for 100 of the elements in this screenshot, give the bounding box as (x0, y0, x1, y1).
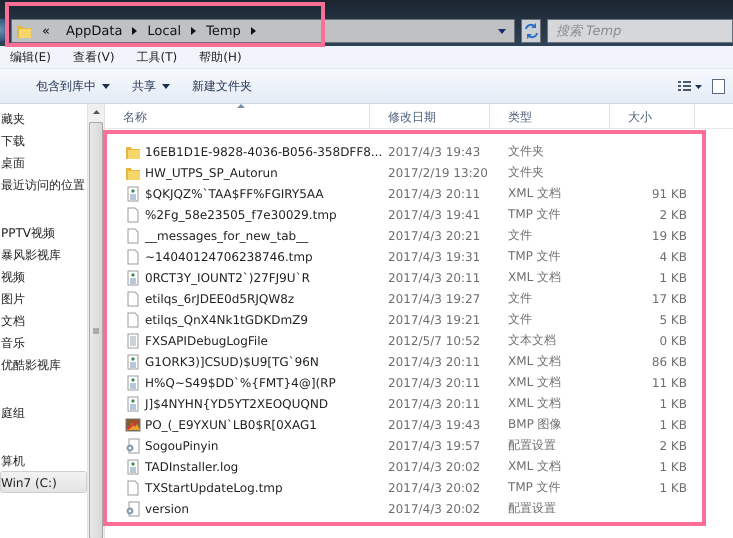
grip-icon (93, 328, 99, 334)
dropdown-arrow-icon[interactable] (498, 28, 506, 34)
xml-file-icon (125, 396, 141, 412)
column-header[interactable]: 类型 (490, 104, 610, 128)
file-size: 1 KB (659, 480, 687, 494)
xml-file-icon (125, 186, 141, 202)
xml-file-icon (125, 374, 141, 390)
modified-date: 2017/4/3 19:43 (388, 418, 480, 432)
file-name[interactable]: %2Fg_58e23505_f7e30029.tmp (145, 208, 337, 222)
nav-item[interactable]: 优酷影视库 (0, 353, 87, 375)
nav-item[interactable]: 图片 (0, 287, 87, 309)
file-size: 1 KB (659, 418, 687, 432)
text-file-icon (125, 332, 141, 348)
file-name[interactable]: $QKJQZ%`TAA$FF%FGIRY5AA (145, 186, 324, 200)
nav-item[interactable]: 藏夹 (0, 107, 87, 129)
nav-item[interactable]: Win7 (C:) (0, 471, 87, 493)
file-size: 1 KB (659, 270, 687, 284)
file-type: 配置设置 (508, 438, 556, 452)
chevron-icon[interactable] (250, 27, 256, 35)
modified-date: 2017/4/3 20:11 (388, 376, 480, 390)
file-type: XML 文档 (508, 396, 562, 410)
column-header[interactable]: 修改日期 (370, 104, 490, 128)
file-name[interactable]: etilqs_6rJDEE0d5RJQW8z (145, 292, 294, 306)
chevron-icon[interactable] (132, 27, 138, 35)
image-file-icon (125, 416, 141, 432)
menu-item[interactable]: 帮助(H) (199, 48, 242, 66)
column-header[interactable]: 大小 (610, 104, 695, 128)
menu-item[interactable]: 工具(T) (136, 48, 178, 66)
dropdown-arrow-icon[interactable] (102, 84, 110, 88)
file-icon (125, 228, 141, 244)
modified-date: 2017/4/3 20:11 (388, 270, 480, 284)
file-type: TMP 文件 (508, 249, 561, 263)
preview-pane-icon[interactable] (712, 78, 725, 94)
modified-date: 2017/4/3 19:27 (388, 292, 480, 306)
scroll-up-icon[interactable] (92, 110, 100, 114)
modified-date: 2017/4/3 20:02 (388, 460, 480, 474)
xml-file-icon (125, 458, 141, 474)
chevron-icon[interactable] (191, 27, 196, 35)
file-name[interactable]: G1ORK3)]CSUD)$U9[TG`96N (145, 354, 319, 368)
address-bar[interactable]: « AppData Local Temp (11, 19, 515, 43)
xml-file-icon (125, 270, 141, 286)
toolbar-button[interactable]: 包含到库中 (28, 74, 118, 98)
xml-file-icon (125, 354, 141, 370)
file-name[interactable]: H%Q~S49$DD`%{FMT}4@](RP (145, 376, 336, 390)
modified-date: 2017/4/3 20:11 (388, 396, 480, 410)
file-name[interactable]: TADInstaller.log (145, 460, 238, 474)
dropdown-arrow-icon[interactable] (162, 84, 170, 88)
file-name[interactable]: FXSAPIDebugLogFile (145, 334, 268, 348)
file-name[interactable]: ~14040124706238746.tmp (145, 250, 313, 264)
breadcrumb-item[interactable]: Temp (200, 24, 247, 38)
file-size: 17 KB (652, 292, 687, 306)
file-name[interactable]: SogouPinyin (145, 438, 218, 452)
nav-item[interactable]: 文档 (0, 309, 87, 331)
nav-item[interactable]: 最近访问的位置 (0, 173, 87, 195)
file-name[interactable]: TXStartUpdateLog.tmp (145, 480, 283, 494)
file-type: 文本文档 (508, 333, 556, 347)
modified-date: 2017/4/3 19:57 (388, 438, 480, 452)
modified-date: 2012/5/7 10:52 (388, 334, 480, 348)
modified-date: 2017/4/3 20:02 (388, 480, 480, 494)
nav-item[interactable]: 算机 (0, 449, 87, 471)
file-icon (125, 206, 141, 222)
file-name[interactable]: 0RCT3Y_IOUNT2`)27FJ9U`R (145, 270, 310, 284)
breadcrumb-item[interactable]: Local (141, 24, 188, 38)
toolbar-button[interactable]: 新建文件夹 (184, 74, 260, 98)
nav-item[interactable]: 下载 (0, 129, 87, 151)
file-size: 5 KB (659, 312, 687, 326)
file-size: 0 KB (659, 334, 687, 348)
nav-item[interactable]: 桌面 (0, 151, 87, 173)
file-size: 2 KB (659, 438, 687, 452)
file-size: 86 KB (652, 354, 687, 368)
file-name[interactable]: 16EB1D1E-9828-4036-B056-358DFF8... (145, 144, 382, 158)
file-icon (125, 290, 141, 306)
search-field[interactable]: 搜索 Temp (547, 19, 733, 43)
file-name[interactable]: version (145, 502, 189, 516)
nav-item[interactable]: 暴风影视库 (0, 243, 87, 265)
nav-item[interactable]: 视频 (0, 265, 87, 287)
menu-item[interactable]: 查看(V) (72, 48, 115, 66)
refresh-button[interactable] (521, 19, 541, 43)
file-size: 1 KB (659, 460, 687, 474)
file-size: 1 KB (659, 396, 687, 410)
file-size: 91 KB (652, 186, 687, 200)
file-name[interactable]: J]$4NYHN{YD5YT2XEOQUQND (145, 396, 328, 410)
toolbar-button[interactable]: 共享 (124, 74, 178, 98)
file-size: 11 KB (652, 376, 687, 390)
file-name[interactable]: etilqs_QnX4Nk1tGDKDmZ9 (145, 312, 308, 326)
breadcrumb-overflow[interactable]: « (36, 24, 56, 38)
modified-date: 2017/4/3 20:11 (388, 354, 480, 368)
file-name[interactable]: PO_(_E9YXUN`LB0$R[0XAG1 (145, 418, 317, 432)
breadcrumb-item[interactable]: AppData (60, 24, 128, 38)
nav-item[interactable]: 音乐 (0, 331, 87, 353)
file-name[interactable]: __messages_for_new_tab__ (145, 228, 308, 242)
view-options-icon[interactable] (678, 80, 702, 92)
file-icon (125, 312, 141, 328)
nav-item[interactable]: 庭组 (0, 401, 87, 423)
column-header[interactable]: 名称 (105, 104, 370, 128)
modified-date: 2017/4/3 20:21 (388, 228, 480, 242)
nav-item[interactable]: PPTV视频 (0, 221, 87, 243)
file-name[interactable]: HW_UTPS_SP_Autorun (145, 166, 278, 180)
file-type: XML 文档 (508, 270, 562, 284)
menu-item[interactable]: 编辑(E) (10, 48, 51, 66)
